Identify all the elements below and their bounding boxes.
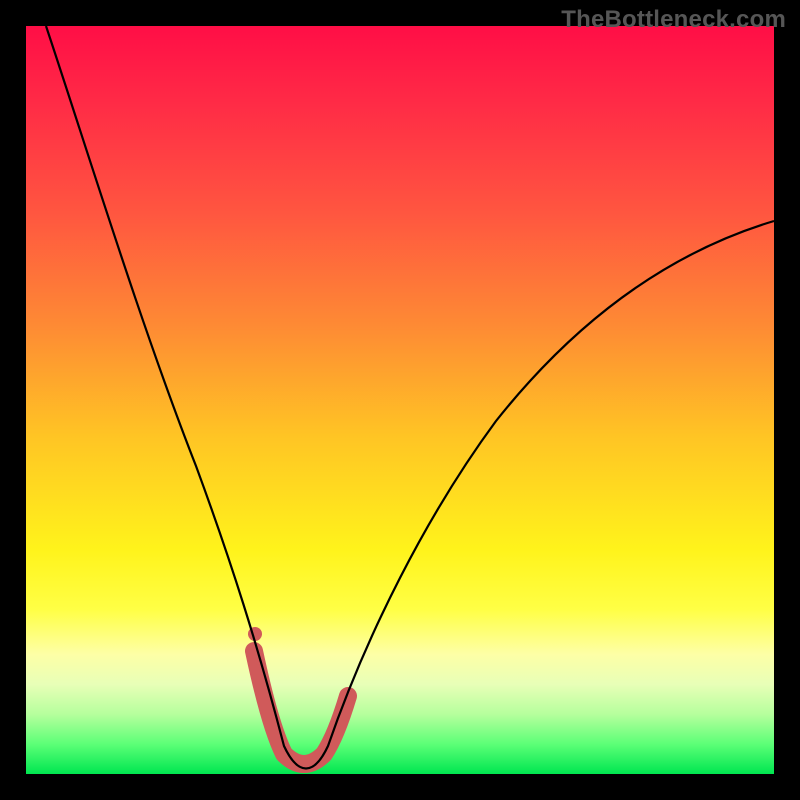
watermark-text: TheBottleneck.com (561, 6, 786, 34)
curve-svg (26, 26, 774, 774)
curve-highlight (254, 651, 348, 764)
plot-area (26, 26, 774, 774)
bottleneck-curve (46, 26, 774, 769)
chart-frame: TheBottleneck.com (0, 0, 800, 800)
